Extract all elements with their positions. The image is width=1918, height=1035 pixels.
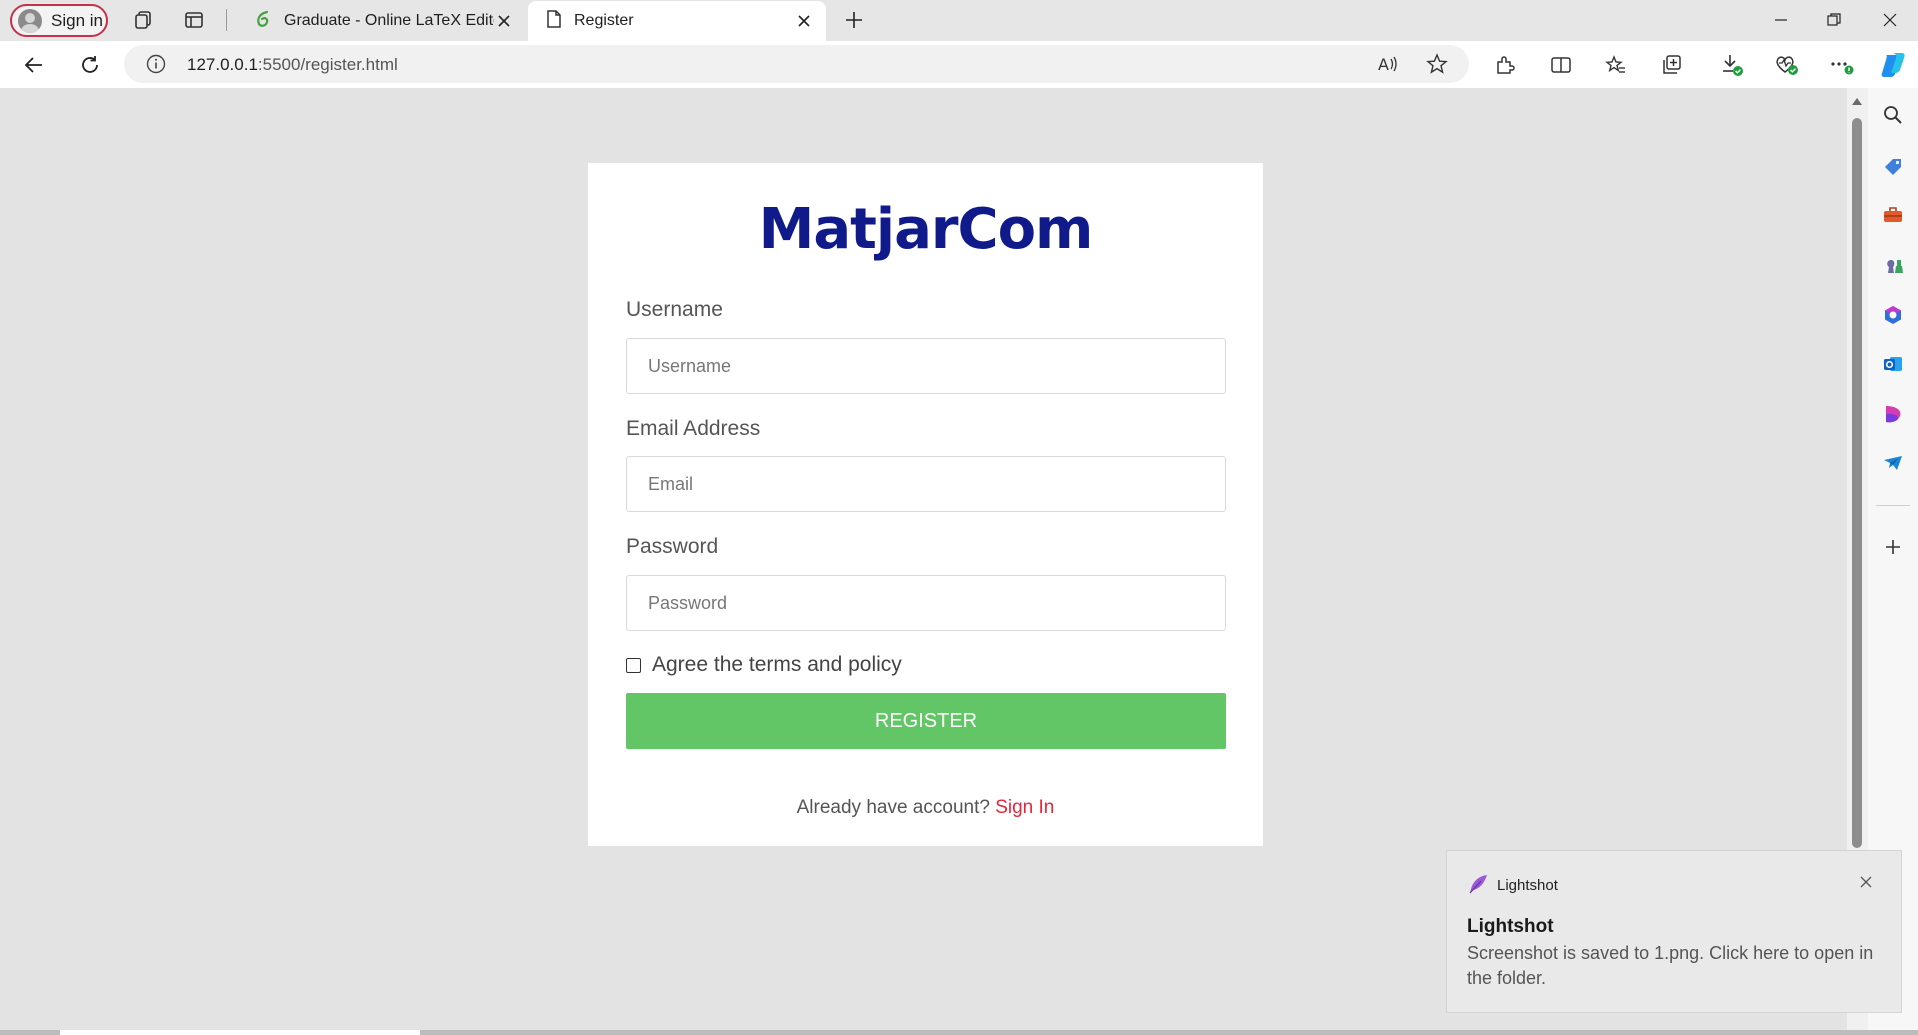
copilot-icon[interactable] — [1878, 50, 1908, 80]
collections-icon[interactable] — [1658, 51, 1686, 79]
new-tab-icon[interactable] — [842, 8, 866, 32]
address-bar[interactable]: 127.0.0.1:5500/register.html A — [124, 45, 1469, 83]
agree-row: Agree the terms and policy — [626, 653, 902, 677]
favorite-star-icon[interactable] — [1426, 53, 1448, 80]
brand-logo: MatjarCom — [758, 197, 1094, 262]
toast-app-name: Lightshot — [1497, 877, 1558, 894]
agree-checkbox[interactable] — [626, 657, 641, 673]
extensions-icon[interactable] — [1491, 51, 1519, 79]
tab-title: Register — [574, 12, 634, 29]
read-aloud-icon[interactable]: A — [1377, 53, 1399, 80]
username-label: Username — [626, 298, 723, 321]
page-icon — [546, 9, 562, 33]
register-button[interactable]: REGISTER — [626, 693, 1226, 749]
search-icon[interactable] — [1880, 102, 1906, 128]
browser-toolbar: 127.0.0.1:5500/register.html A — [0, 41, 1918, 88]
scrollbar-thumb[interactable] — [1852, 118, 1862, 848]
password-input[interactable] — [626, 575, 1226, 631]
sidebar-divider — [1876, 505, 1910, 506]
shopping-tag-icon[interactable] — [1880, 153, 1906, 179]
svg-text:A: A — [1378, 55, 1389, 74]
profile-button[interactable]: Sign in — [10, 4, 108, 37]
restore-icon[interactable] — [1820, 6, 1848, 34]
split-screen-icon[interactable] — [1547, 51, 1575, 79]
close-window-icon[interactable] — [1876, 6, 1904, 34]
tab-graduate[interactable]: Graduate - Online LaTeX Editor O — [236, 1, 526, 41]
toast-title: Lightshot — [1467, 916, 1554, 937]
password-label: Password — [626, 535, 719, 558]
register-card: MatjarCom Username Email Address Passwor… — [588, 163, 1263, 846]
telegram-icon[interactable] — [1880, 450, 1906, 476]
refresh-icon[interactable] — [76, 51, 104, 79]
signin-prompt: Already have account? — [796, 797, 990, 818]
email-input[interactable] — [626, 456, 1226, 512]
avatar — [18, 8, 42, 33]
url-text[interactable]: 127.0.0.1:5500/register.html — [187, 55, 398, 75]
bottom-strip — [0, 1030, 1918, 1035]
agree-label: Agree the terms and policy — [652, 653, 902, 676]
toolbox-icon[interactable] — [1880, 202, 1906, 228]
add-icon[interactable] — [1880, 534, 1906, 560]
workspaces-icon[interactable] — [131, 8, 155, 32]
signin-row: Already have account? Sign In — [588, 797, 1263, 819]
feather-icon — [1467, 873, 1489, 895]
overleaf-icon — [254, 10, 272, 33]
games-icon[interactable] — [1880, 252, 1906, 278]
info-icon[interactable] — [146, 54, 166, 79]
outlook-icon[interactable] — [1880, 351, 1906, 377]
scroll-up-arrow[interactable] — [1852, 98, 1862, 105]
username-input[interactable] — [626, 338, 1226, 394]
tab-separator — [226, 9, 227, 31]
url-path: :5500/register.html — [257, 55, 398, 74]
browser-essentials-icon[interactable] — [1773, 51, 1801, 79]
close-icon[interactable] — [1857, 873, 1875, 891]
downloads-icon[interactable] — [1718, 51, 1746, 79]
bottom-strip-segment — [60, 1030, 420, 1035]
tab-actions-icon[interactable] — [182, 8, 206, 32]
email-label: Email Address — [626, 417, 761, 440]
tab-strip: Sign in Graduate - Online LaTeX Editor O… — [0, 0, 1918, 41]
url-host: 127.0.0.1 — [187, 55, 258, 74]
microsoft-365-icon[interactable] — [1880, 302, 1906, 328]
close-icon[interactable] — [794, 11, 814, 31]
minimize-icon[interactable] — [1767, 6, 1795, 34]
close-icon[interactable] — [494, 11, 514, 31]
tab-register[interactable]: Register — [528, 1, 826, 41]
profile-label: Sign in — [51, 10, 103, 30]
toast-message[interactable]: Screenshot is saved to 1.png. Click here… — [1467, 941, 1887, 991]
signin-link[interactable]: Sign In — [995, 797, 1054, 818]
favorites-icon[interactable] — [1602, 51, 1630, 79]
toast-notification[interactable]: Lightshot Lightshot Screenshot is saved … — [1446, 850, 1902, 1013]
back-icon[interactable] — [20, 51, 48, 79]
more-options-icon[interactable] — [1828, 51, 1856, 79]
tab-title: Graduate - Online LaTeX Editor O — [284, 12, 494, 29]
designer-icon[interactable] — [1880, 401, 1906, 427]
